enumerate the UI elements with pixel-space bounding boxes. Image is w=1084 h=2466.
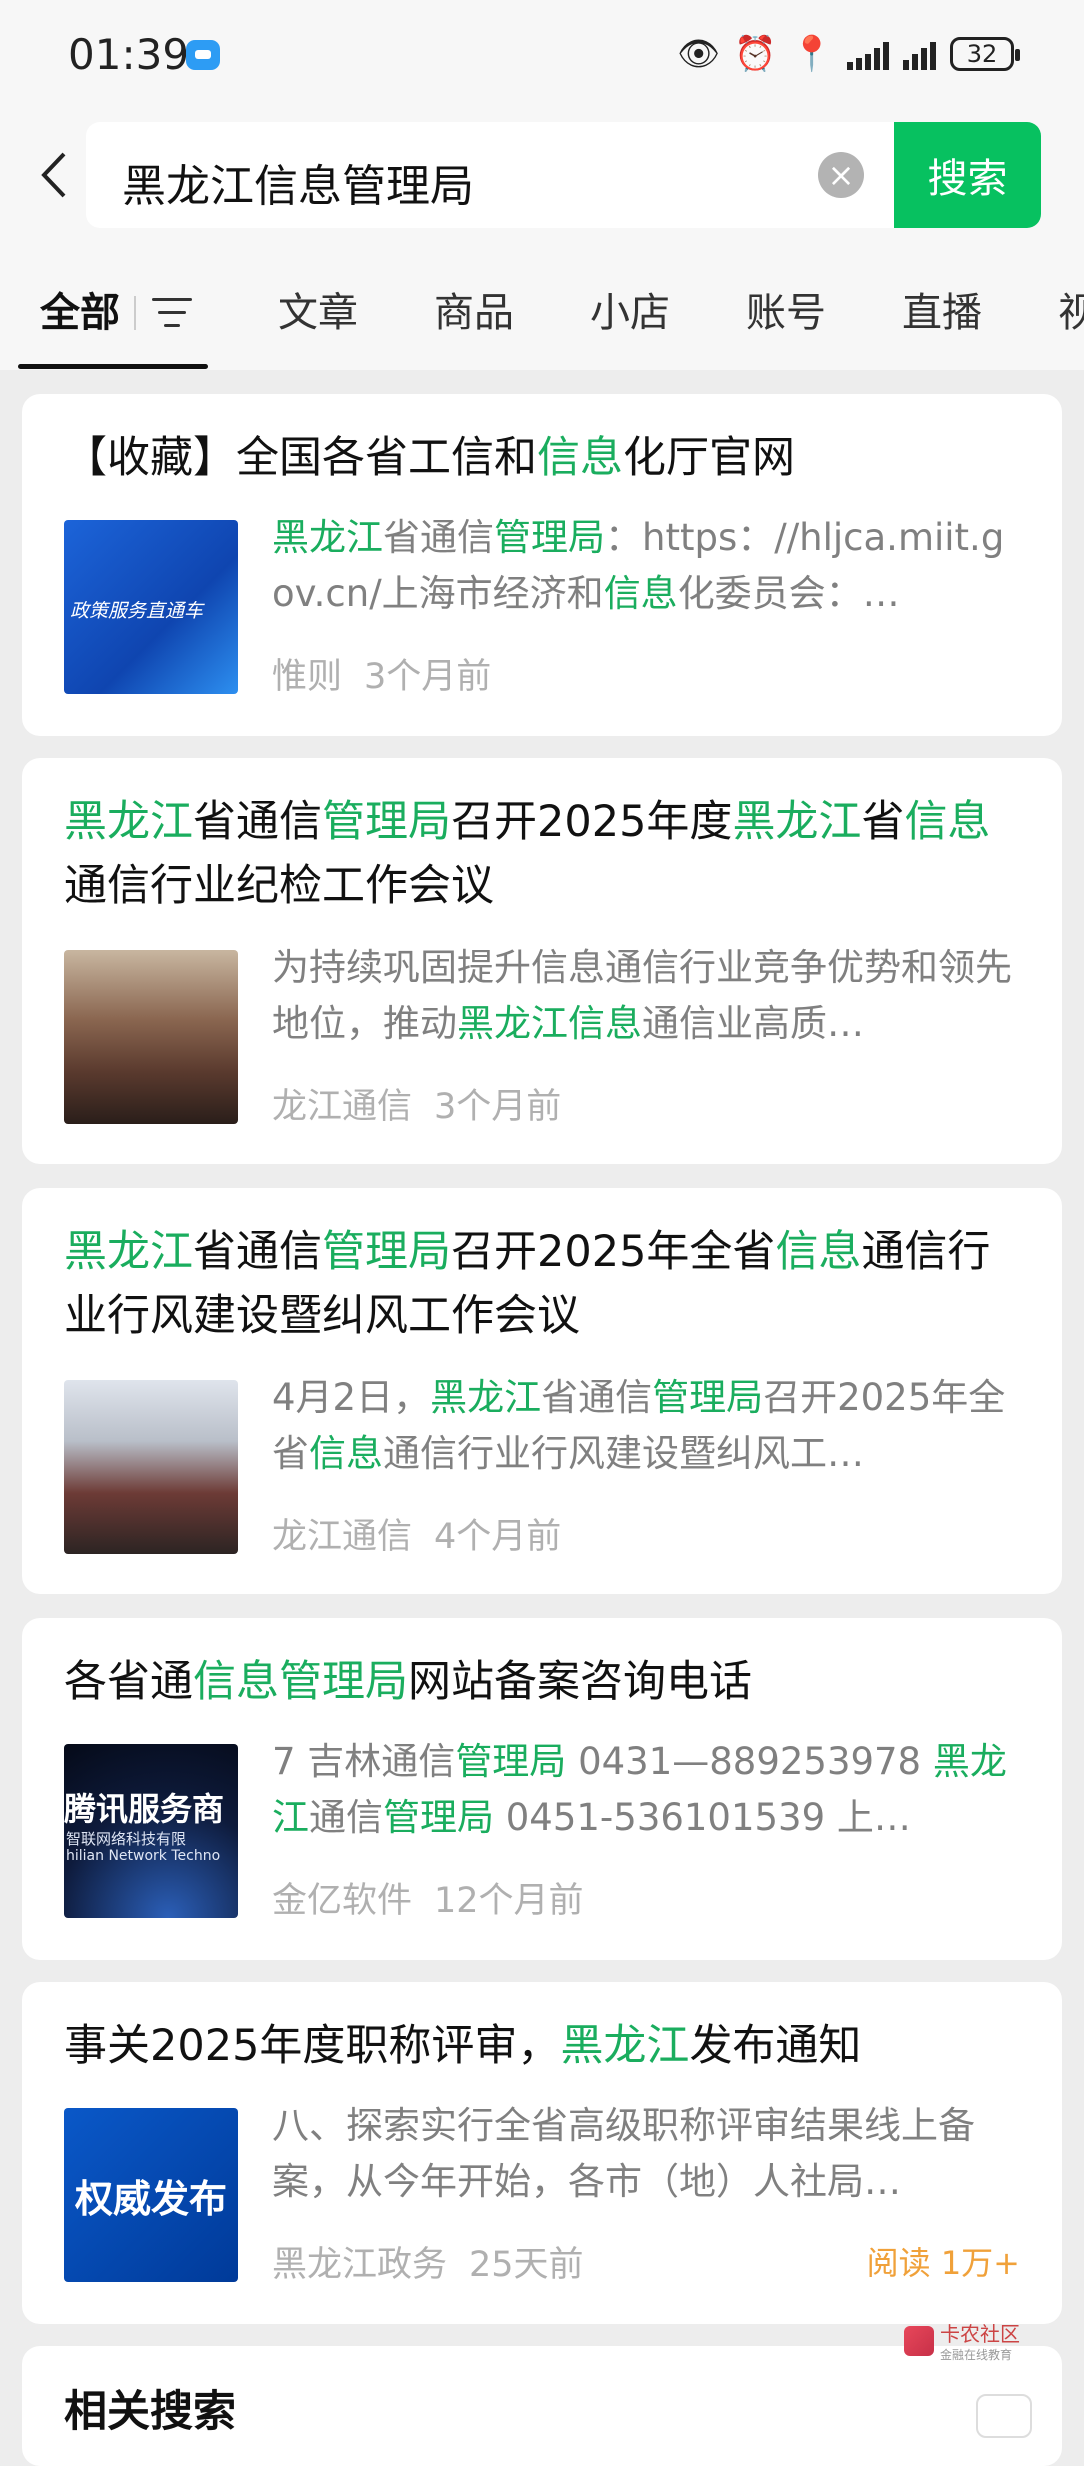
- result-card-3[interactable]: 黑龙江省通信管理局召开2025年全省信息通信行业行风建设暨纠风工作会议 4月2日…: [22, 1188, 1062, 1594]
- result-snippet: 7 吉林通信管理局 0431—889253978 黑龙江通信管理局 0451-5…: [272, 1740, 1007, 1839]
- tab-products[interactable]: 商品: [434, 280, 514, 338]
- tab-accounts[interactable]: 账号: [746, 280, 826, 338]
- status-icons: 👁 ⏰ 📍 32: [677, 34, 1020, 74]
- alarm-icon: ⏰: [734, 34, 777, 74]
- tab-all[interactable]: 全部: [40, 280, 120, 338]
- result-snippet: 八、探索实行全省高级职称评审结果线上备案，从今年开始，各市（地）人社局…: [272, 2104, 975, 2203]
- location-icon: 📍: [790, 34, 833, 74]
- result-thumbnail: 腾讯服务商 智联网络科技有限 hilian Network Techno: [64, 1744, 238, 1918]
- filter-icon[interactable]: [152, 296, 192, 330]
- watermark-icon: [904, 2326, 934, 2356]
- result-time: 12个月前: [434, 1881, 584, 1921]
- result-source: 龙江通信: [272, 1517, 413, 1557]
- status-bar: 01:39 👁 ⏰ 📍 32: [0, 0, 1084, 110]
- result-title[interactable]: 各省通信息管理局网站备案咨询电话: [64, 1650, 1024, 1714]
- result-meta: 金亿软件 12个月前: [272, 1872, 606, 1923]
- search-query: 黑龙江信息管理局: [122, 161, 474, 212]
- result-snippet: 4月2日，黑龙江省通信管理局召开2025年全省信息通信行业行风建设暨纠风工…: [272, 1376, 1006, 1475]
- tab-divider: [134, 296, 136, 330]
- result-snippet: 为持续巩固提升信息通信行业竞争优势和领先地位，推动黑龙江信息通信业高质…: [272, 946, 1012, 1045]
- result-title[interactable]: 黑龙江省通信管理局召开2025年全省信息通信行业行风建设暨纠风工作会议: [64, 1220, 1024, 1348]
- watermark-logo: 卡农社区 金融在线教育: [900, 2320, 1020, 2370]
- read-count: 阅读 1万+: [866, 2244, 1020, 2282]
- result-title[interactable]: 黑龙江省通信管理局召开2025年度黑龙江省信息通信行业纪检工作会议: [64, 790, 1024, 918]
- result-thumbnail: [64, 1380, 238, 1554]
- result-thumbnail: 权威发布: [64, 2108, 238, 2282]
- tab-shops[interactable]: 小店: [590, 280, 670, 338]
- result-source: 金亿软件: [272, 1881, 413, 1921]
- result-time: 25天前: [469, 2245, 584, 2285]
- result-source: 惟则: [272, 657, 343, 697]
- signal-icon: [847, 38, 889, 70]
- result-card-5[interactable]: 事关2025年度职称评审，黑龙江发布通知 权威发布 八、探索实行全省高级职称评审…: [22, 1982, 1062, 2324]
- result-title[interactable]: 【收藏】全国各省工信和信息化厅官网: [64, 426, 1024, 490]
- search-input[interactable]: 黑龙江信息管理局 ×: [86, 122, 894, 228]
- message-notification-icon: [186, 40, 220, 70]
- result-time: 4个月前: [434, 1517, 562, 1557]
- tab-live[interactable]: 直播: [902, 280, 982, 338]
- result-time: 3个月前: [434, 1087, 562, 1127]
- result-thumbnail: [64, 950, 238, 1124]
- eye-icon: 👁: [677, 34, 721, 74]
- result-meta: 黑龙江政务 25天前: [272, 2236, 606, 2287]
- search-button[interactable]: 搜索: [894, 122, 1041, 228]
- back-icon[interactable]: [36, 150, 76, 200]
- status-time: 01:39: [68, 30, 190, 79]
- result-meta: 龙江通信 4个月前: [272, 1508, 583, 1559]
- refresh-icon[interactable]: [976, 2394, 1032, 2438]
- result-meta: 龙江通信 3个月前: [272, 1078, 583, 1129]
- tab-articles[interactable]: 文章: [278, 280, 358, 338]
- result-thumbnail: 政策服务直通车: [64, 520, 238, 694]
- result-card-2[interactable]: 黑龙江省通信管理局召开2025年度黑龙江省信息通信行业纪检工作会议 为持续巩固提…: [22, 758, 1062, 1164]
- battery-icon: 32: [950, 37, 1020, 71]
- result-card-1[interactable]: 【收藏】全国各省工信和信息化厅官网 政策服务直通车 黑龙江省通信管理局：http…: [22, 394, 1062, 736]
- result-title[interactable]: 事关2025年度职称评审，黑龙江发布通知: [64, 2014, 1024, 2078]
- search-bar: 黑龙江信息管理局 × 搜索: [0, 110, 1084, 238]
- signal-2-icon: [903, 38, 936, 70]
- related-searches-title: 相关搜索: [64, 2387, 236, 2437]
- tab-video[interactable]: 视: [1058, 280, 1084, 338]
- clear-icon[interactable]: ×: [818, 152, 864, 198]
- result-snippet: 黑龙江省通信管理局：https：//hljca.miit.gov.cn/上海市经…: [272, 516, 1005, 615]
- result-time: 3个月前: [364, 657, 492, 697]
- filter-tabs: 全部 文章 商品 小店 账号 直播 视: [0, 238, 1084, 370]
- result-meta: 惟则 3个月前: [272, 648, 513, 699]
- active-tab-indicator: [18, 364, 208, 369]
- result-card-4[interactable]: 各省通信息管理局网站备案咨询电话 腾讯服务商 智联网络科技有限 hilian N…: [22, 1618, 1062, 1960]
- result-source: 龙江通信: [272, 1087, 413, 1127]
- result-source: 黑龙江政务: [272, 2245, 448, 2285]
